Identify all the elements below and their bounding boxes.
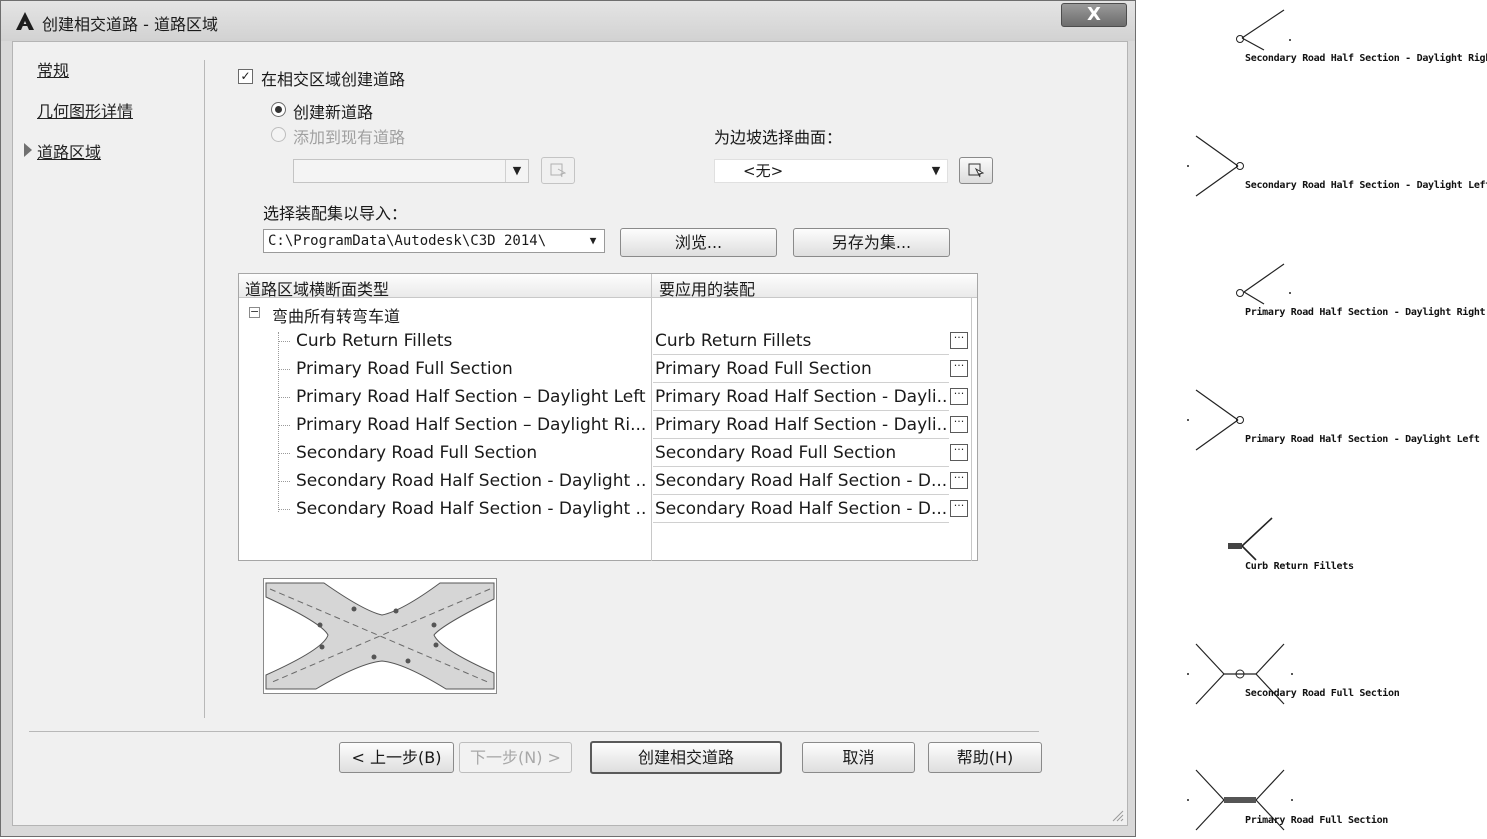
save-as-set-button[interactable]: 另存为集... xyxy=(793,228,950,257)
column-divider xyxy=(651,274,652,297)
import-set-label: 选择装配集以导入： xyxy=(263,204,408,223)
pick-surface-button[interactable] xyxy=(959,157,993,184)
chevron-down-icon: ▼ xyxy=(505,160,528,182)
pick-corridor-button[interactable] xyxy=(541,157,575,184)
assembly-value[interactable]: Secondary Road Full Section xyxy=(653,441,949,467)
ellipsis-button[interactable]: ··· xyxy=(950,472,968,489)
resize-grip-icon[interactable] xyxy=(1110,808,1124,822)
assembly-thumbnail xyxy=(1187,389,1244,451)
close-button[interactable]: X xyxy=(1061,3,1127,27)
thumbnail-label: Primary Road Half Section - Daylight Lef… xyxy=(1245,434,1480,445)
create-intersection-button[interactable]: 创建相交道路 xyxy=(590,741,782,774)
help-button[interactable]: 帮助(H) xyxy=(928,742,1042,773)
region-section-grid: 道路区域横断面类型 要应用的装配 − 弯曲所有转弯车道 Curb Return … xyxy=(238,273,978,561)
create-in-region-label: 在相交区域创建道路 xyxy=(261,70,406,89)
assembly-thumbnail xyxy=(1236,263,1291,305)
add-to-existing-corridor-label: 添加到现有道路 xyxy=(293,128,406,147)
table-row[interactable]: Secondary Road Full Section Secondary Ro… xyxy=(239,440,970,468)
assembly-value[interactable]: Primary Road Half Section - Dayli... xyxy=(653,413,949,439)
back-button[interactable]: < 上一步(B) xyxy=(339,742,454,773)
thumbnail-label: Primary Road Full Section xyxy=(1245,815,1389,826)
grid-header: 道路区域横断面类型 要应用的装配 xyxy=(239,274,977,300)
autocad-logo-icon xyxy=(16,12,34,30)
assembly-value[interactable]: Primary Road Half Section - Dayli... xyxy=(653,385,949,411)
table-row[interactable]: Secondary Road Half Section - Daylight .… xyxy=(239,468,970,496)
ellipsis-button[interactable]: ··· xyxy=(950,444,968,461)
group-row[interactable]: − 弯曲所有转弯车道 xyxy=(239,302,651,326)
section-type-name: Secondary Road Full Section xyxy=(296,443,538,463)
nav-divider xyxy=(204,60,205,718)
footer-divider xyxy=(29,731,1039,732)
thumbnail-label: Curb Return Fillets xyxy=(1245,561,1354,572)
slope-surface-label: 为边坡选择曲面： xyxy=(714,128,843,147)
ellipsis-button[interactable]: ··· xyxy=(950,500,968,517)
assembly-set-path-value: C:\ProgramData\Autodesk\C3D 2014\ xyxy=(268,233,547,249)
grid-right-border xyxy=(971,297,972,561)
dialog-body: 常规 几何图形详情 道路区域 ✓ 在相交区域创建道路 创建新道路 添加到现有道路… xyxy=(12,41,1128,826)
next-button[interactable]: 下一步(N) > xyxy=(459,742,572,773)
column-header-assembly[interactable]: 要应用的装配 xyxy=(659,276,755,300)
table-row[interactable]: Primary Road Half Section – Daylight Ri.… xyxy=(239,412,970,440)
section-type-name: Primary Road Half Section – Daylight Ri.… xyxy=(296,415,647,435)
assembly-value[interactable]: Primary Road Full Section xyxy=(653,357,949,383)
intersection-preview-image xyxy=(263,578,497,694)
create-in-region-checkbox[interactable]: ✓ xyxy=(238,69,253,84)
pick-from-drawing-icon xyxy=(550,163,566,178)
section-type-name: Curb Return Fillets xyxy=(296,331,453,351)
table-row[interactable]: Primary Road Full Section Primary Road F… xyxy=(239,356,970,384)
table-row[interactable]: Secondary Road Half Section - Daylight .… xyxy=(239,496,970,524)
cancel-button[interactable]: 取消 xyxy=(802,742,915,773)
section-type-name: Secondary Road Half Section - Daylight .… xyxy=(296,499,648,519)
assembly-value[interactable]: Curb Return Fillets xyxy=(653,329,949,355)
group-label: 弯曲所有转弯车道 xyxy=(272,307,401,326)
pick-from-drawing-icon xyxy=(968,163,984,178)
assembly-thumbnail xyxy=(1236,9,1291,51)
title-bar[interactable]: 创建相交道路 - 道路区域 X xyxy=(1,1,1135,41)
slope-surface-dropdown[interactable]: <无> ▼ xyxy=(714,159,948,183)
chevron-down-icon: ▼ xyxy=(589,234,597,247)
thumbnail-label: Secondary Road Half Section - Daylight R… xyxy=(1245,53,1487,64)
chevron-down-icon: ▼ xyxy=(931,164,941,177)
create-new-corridor-label: 创建新道路 xyxy=(293,103,374,122)
nav-item-corridor-regions[interactable]: 道路区域 xyxy=(37,139,101,163)
section-type-name: Secondary Road Half Section - Daylight .… xyxy=(296,471,648,491)
assembly-thumbnail xyxy=(1187,135,1244,197)
table-row[interactable]: Primary Road Half Section – Daylight Lef… xyxy=(239,384,970,412)
section-type-name: Primary Road Full Section xyxy=(296,359,513,379)
column-header-section-type[interactable]: 道路区域横断面类型 xyxy=(245,276,389,300)
ellipsis-button[interactable]: ··· xyxy=(950,416,968,433)
ellipsis-button[interactable]: ··· xyxy=(950,332,968,349)
collapse-icon[interactable]: − xyxy=(249,306,260,318)
ellipsis-button[interactable]: ··· xyxy=(950,388,968,405)
add-to-existing-corridor-radio[interactable] xyxy=(271,127,286,142)
table-row[interactable]: Curb Return Fillets Curb Return Fillets … xyxy=(239,328,970,356)
thumbnail-label: Secondary Road Full Section xyxy=(1245,688,1400,699)
create-intersection-dialog: 创建相交道路 - 道路区域 X 常规 几何图形详情 道路区域 ✓ 在相交区域创建… xyxy=(0,0,1136,837)
thumbnail-label: Secondary Road Half Section - Daylight L… xyxy=(1245,180,1487,191)
assembly-value[interactable]: Secondary Road Half Section - D... xyxy=(653,469,949,495)
ellipsis-button[interactable]: ··· xyxy=(950,360,968,377)
section-type-name: Primary Road Half Section – Daylight Lef… xyxy=(296,387,646,407)
assembly-thumbnail xyxy=(1228,517,1273,561)
thumbnail-label: Primary Road Half Section - Daylight Rig… xyxy=(1245,307,1486,318)
slope-surface-value: <无> xyxy=(743,162,784,180)
nav-item-general[interactable]: 常规 xyxy=(37,57,69,81)
nav-item-geometry-details[interactable]: 几何图形详情 xyxy=(37,98,133,122)
window-title: 创建相交道路 - 道路区域 xyxy=(42,15,218,34)
existing-corridor-dropdown[interactable]: ▼ xyxy=(293,159,529,183)
assembly-set-path-dropdown[interactable]: C:\ProgramData\Autodesk\C3D 2014\ ▼ xyxy=(263,229,605,253)
assembly-value[interactable]: Secondary Road Half Section - D... xyxy=(653,497,949,523)
browse-button[interactable]: 浏览... xyxy=(620,228,777,257)
current-page-arrow-icon xyxy=(24,143,32,157)
create-new-corridor-radio[interactable] xyxy=(271,102,286,117)
